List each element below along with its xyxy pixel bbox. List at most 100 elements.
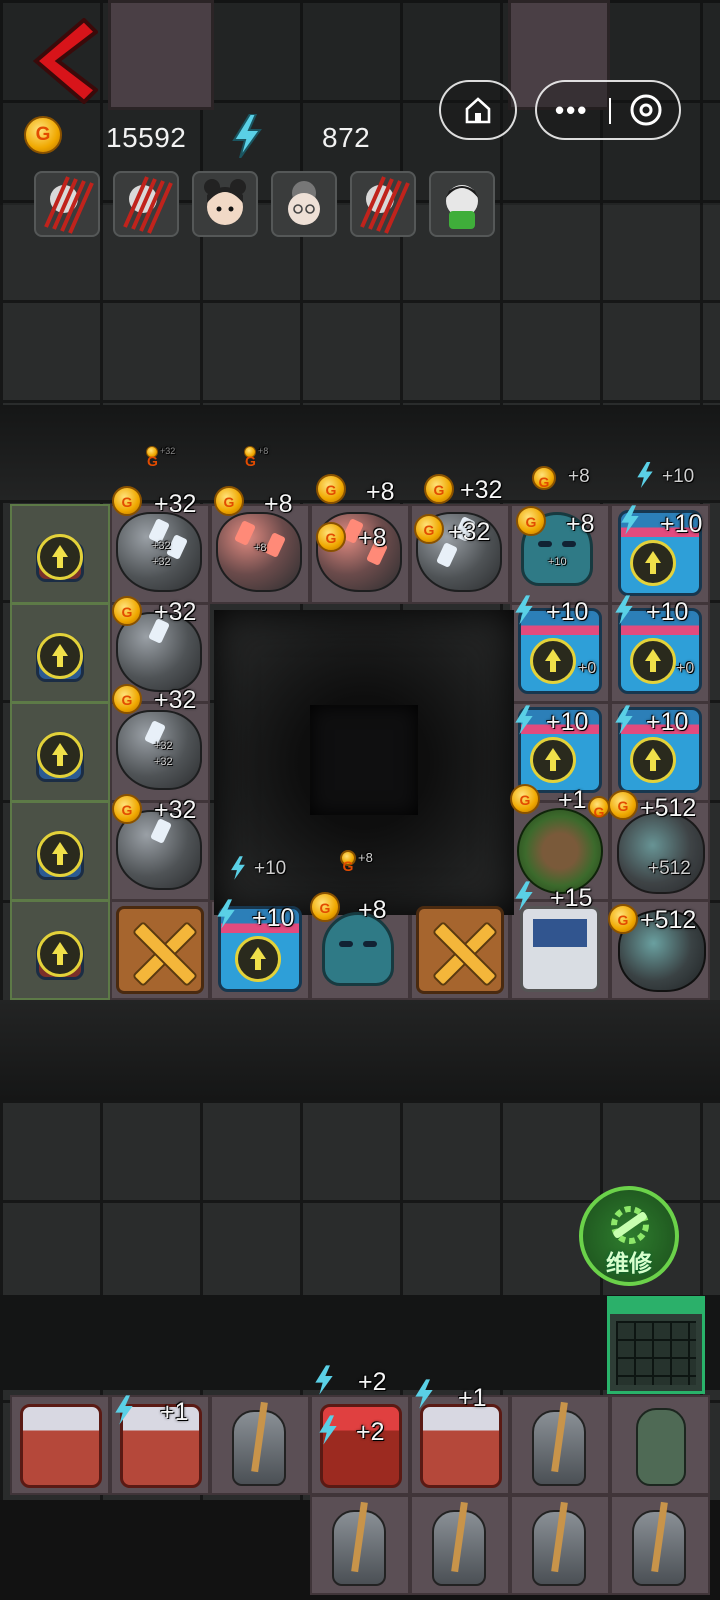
gain-label: +8 — [568, 466, 590, 487]
gain-label: +32 — [460, 476, 503, 504]
coin-icon — [510, 784, 540, 814]
game-console-crate[interactable] — [20, 1404, 102, 1488]
upgrade-arrow-button[interactable] — [37, 732, 83, 778]
girl-face-icon — [204, 179, 246, 225]
gain-label: +15 — [550, 884, 593, 912]
upgrade-arrow-button[interactable] — [37, 931, 83, 977]
more-dots-icon[interactable]: ••• — [555, 95, 588, 126]
coin-count: 15592 — [106, 122, 187, 153]
wrench-gear-icon — [611, 1206, 649, 1244]
gain-label: +8 — [254, 542, 267, 554]
energy-count: 872 — [322, 122, 371, 153]
gain-label: +10 — [254, 858, 287, 879]
claw-scratch-icon — [360, 176, 410, 234]
back-arrow-icon[interactable] — [30, 18, 98, 104]
gain-label: +32 — [154, 740, 173, 752]
gain-label: +1 — [160, 1398, 189, 1426]
close-circle-icon[interactable] — [629, 93, 663, 127]
coin-icon — [316, 522, 346, 552]
portrait-clawed-3[interactable] — [350, 171, 416, 237]
gain-label: +1 — [458, 1384, 487, 1412]
coin-icon — [588, 796, 610, 820]
pot-with-brush[interactable] — [332, 1501, 386, 1586]
wall-band — [0, 405, 720, 500]
upgrade-arrow-button[interactable] — [530, 638, 576, 684]
green-boy-face-icon — [445, 185, 479, 229]
energy-bolt-icon — [415, 1379, 433, 1409]
gain-label: +512 — [640, 906, 697, 934]
gain-label: +32 — [152, 556, 171, 568]
capsule-divider — [609, 98, 611, 124]
old-woman-face-icon — [288, 181, 320, 225]
energy-bolt-icon — [637, 462, 653, 488]
coin-icon — [112, 486, 142, 516]
energy-bolt-icon — [515, 705, 533, 735]
energy-bolt-icon — [615, 705, 633, 735]
home-button[interactable] — [439, 80, 517, 140]
gain-label: +8 — [358, 850, 373, 865]
gain-label: +8 — [264, 490, 293, 518]
coin-icon — [532, 466, 556, 490]
energy-bolt-icon — [231, 856, 245, 880]
upgrade-arrow-button[interactable] — [37, 831, 83, 877]
claw-scratch-icon — [44, 176, 94, 234]
gain-label: +1 — [558, 786, 587, 814]
gain-label: +32 — [154, 490, 197, 518]
coin-icon — [112, 684, 142, 714]
game-console-crate[interactable] — [420, 1404, 502, 1488]
repair-toolbox[interactable] — [416, 906, 504, 994]
home-icon — [465, 97, 491, 124]
pot-with-ladle[interactable] — [532, 1501, 586, 1586]
potion-bottle[interactable] — [636, 1408, 686, 1486]
portrait-clawed-1[interactable] — [34, 171, 100, 237]
pot-with-fork[interactable] — [532, 1401, 586, 1486]
portrait-girl-buns[interactable] — [192, 171, 258, 237]
coin-icon — [316, 474, 346, 504]
mini-program-capsule: ••• — [535, 80, 681, 140]
gain-label: +512 — [640, 794, 697, 822]
pot-with-fork[interactable] — [632, 1501, 686, 1586]
arcade-machine[interactable] — [520, 906, 600, 992]
upgrade-arrow-button[interactable] — [530, 737, 576, 783]
coin-icon — [146, 446, 158, 469]
gain-label: +8 — [358, 896, 387, 924]
pot-with-ladle[interactable] — [232, 1401, 286, 1486]
upgrade-arrow-button[interactable] — [630, 540, 676, 586]
portrait-green-boy[interactable] — [429, 171, 495, 237]
gain-label: +32 — [160, 446, 176, 456]
coin-icon — [608, 790, 638, 820]
coin-icon — [516, 506, 546, 536]
gain-label: +512 — [648, 858, 691, 879]
upgrade-arrow-button[interactable] — [37, 633, 83, 679]
silver-ore-rock[interactable] — [116, 512, 202, 592]
gain-label: +10 — [546, 598, 589, 626]
gain-label: +10 — [662, 466, 695, 487]
pot-with-ladle[interactable] — [432, 1501, 486, 1586]
gain-label: +8 — [258, 446, 269, 456]
upgrade-arrow-button[interactable] — [235, 936, 281, 982]
portrait-clawed-2[interactable] — [113, 171, 179, 237]
gain-label: +10 — [546, 708, 589, 736]
energy-bolt-icon — [319, 1415, 337, 1445]
portrait-old-woman[interactable] — [271, 171, 337, 237]
gain-label: +32 — [152, 540, 171, 552]
gain-label: +32 — [448, 518, 491, 546]
upgrade-arrow-button[interactable] — [37, 534, 83, 580]
calendar-icon[interactable] — [607, 1296, 705, 1394]
upgrade-arrow-button[interactable] — [630, 737, 676, 783]
gain-label: +2 — [358, 1368, 387, 1396]
gain-label: +32 — [154, 686, 197, 714]
coin-icon — [244, 446, 256, 469]
gain-label: +0 — [676, 660, 695, 677]
gain-label: +10 — [660, 510, 703, 538]
gem-rock-item[interactable] — [617, 812, 705, 894]
upgrade-arrow-button[interactable] — [630, 638, 676, 684]
energy-bolt-icon — [315, 1365, 333, 1395]
energy-bolt-icon — [232, 114, 262, 158]
claw-scratch-icon — [123, 176, 173, 234]
energy-bolt-icon — [615, 595, 633, 625]
repair-toolbox[interactable] — [116, 906, 204, 994]
repair-button[interactable]: 维修 — [579, 1186, 679, 1286]
gain-label: +10 — [548, 556, 567, 568]
gain-label: +32 — [154, 796, 197, 824]
